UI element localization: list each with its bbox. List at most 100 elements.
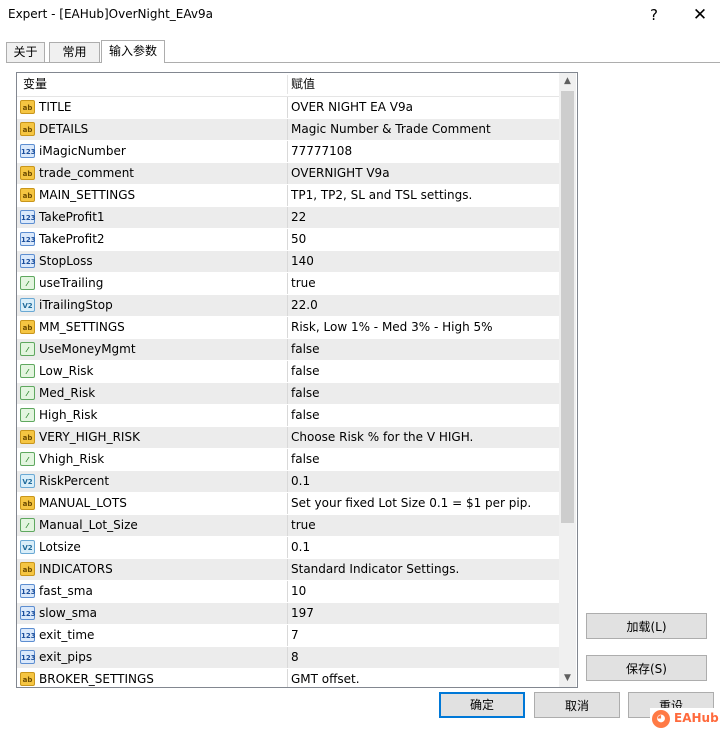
table-row[interactable]: ab MM_SETTINGS Risk, Low 1% - Med 3% - Hig…	[17, 317, 559, 339]
value-cell[interactable]: GMT offset.	[291, 669, 360, 687]
value-cell[interactable]: false	[291, 449, 320, 470]
help-button[interactable]: ?	[643, 4, 665, 26]
vertical-scrollbar[interactable]: ▲ ▼	[559, 73, 576, 687]
value-cell[interactable]: Choose Risk % for the V HIGH.	[291, 427, 473, 448]
variable-name: MAIN_SETTINGS	[39, 188, 136, 202]
table-row[interactable]: ⁄ UseMoneyMgmt false	[17, 339, 559, 361]
table-row[interactable]: 123 TakeProfit2 50	[17, 229, 559, 251]
variable-name: VERY_HIGH_RISK	[39, 430, 140, 444]
value-cell[interactable]: 140	[291, 251, 314, 272]
table-row[interactable]: 123 fast_sma 10	[17, 581, 559, 603]
variable-name: iMagicNumber	[39, 144, 126, 158]
tab-common[interactable]: 常用	[49, 42, 100, 62]
variable-name: High_Risk	[39, 408, 98, 422]
column-header-value[interactable]: 赋值	[291, 73, 315, 96]
variable-name: Vhigh_Risk	[39, 452, 105, 466]
value-cell[interactable]: 22.0	[291, 295, 318, 316]
cancel-button[interactable]: 取消	[534, 692, 620, 718]
variable-name: slow_sma	[39, 606, 98, 620]
value-cell[interactable]: TP1, TP2, SL and TSL settings.	[291, 185, 472, 206]
table-row[interactable]: ⁄ useTrailing true	[17, 273, 559, 295]
table-row[interactable]: ab BROKER_SETTINGS GMT offset.	[17, 669, 559, 687]
table-row[interactable]: ab DETAILS Magic Number & Trade Comment	[17, 119, 559, 141]
value-cell[interactable]: 0.1	[291, 537, 310, 558]
value-cell[interactable]: OVERNIGHT V9a	[291, 163, 390, 184]
variable-name: DETAILS	[39, 122, 89, 136]
watermark: ◕ EAHub	[650, 708, 722, 730]
table-row[interactable]: ab TITLE OVER NIGHT EA V9a	[17, 97, 559, 119]
table-row[interactable]: 123 iMagicNumber 77777108	[17, 141, 559, 163]
table-row[interactable]: 123 exit_time 7	[17, 625, 559, 647]
variable-name: INDICATORS	[39, 562, 113, 576]
table-row[interactable]: ⁄ High_Risk false	[17, 405, 559, 427]
value-cell[interactable]: 50	[291, 229, 306, 250]
value-cell[interactable]: false	[291, 339, 320, 360]
variable-name: TakeProfit1	[39, 210, 105, 224]
value-cell[interactable]: Standard Indicator Settings.	[291, 559, 459, 580]
scroll-down-arrow-icon[interactable]: ▼	[559, 670, 576, 687]
save-button[interactable]: 保存(S)	[586, 655, 707, 681]
variable-cell: ⁄ UseMoneyMgmt	[17, 339, 288, 360]
table-row[interactable]: ab INDICATORS Standard Indicator Settings.	[17, 559, 559, 581]
variable-cell: V2 Lotsize	[17, 537, 288, 558]
variable-name: trade_comment	[39, 166, 135, 180]
value-cell[interactable]: false	[291, 383, 320, 404]
variable-cell: ⁄ Vhigh_Risk	[17, 449, 288, 470]
column-header-variable[interactable]: 变量	[23, 73, 47, 96]
value-cell[interactable]: Magic Number & Trade Comment	[291, 119, 491, 140]
ok-button[interactable]: 确定	[439, 692, 525, 718]
table-row[interactable]: 123 slow_sma 197	[17, 603, 559, 625]
value-cell[interactable]: 10	[291, 581, 306, 602]
tab-about[interactable]: 关于	[6, 42, 45, 62]
string-type-icon: ab	[20, 122, 35, 136]
table-row[interactable]: V2 RiskPercent 0.1	[17, 471, 559, 493]
value-cell[interactable]: 8	[291, 647, 299, 668]
value-cell[interactable]: 197	[291, 603, 314, 624]
table-row[interactable]: ab VERY_HIGH_RISK Choose Risk % for the V …	[17, 427, 559, 449]
table-row[interactable]: ⁄ Manual_Lot_Size true	[17, 515, 559, 537]
variable-cell: V2 RiskPercent	[17, 471, 288, 492]
value-cell[interactable]: true	[291, 273, 316, 294]
table-row[interactable]: V2 iTrailingStop 22.0	[17, 295, 559, 317]
integer-type-icon: 123	[20, 606, 36, 620]
double-type-icon: V2	[20, 298, 35, 312]
load-button[interactable]: 加载(L)	[586, 613, 707, 639]
variable-name: Low_Risk	[39, 364, 94, 378]
table-row[interactable]: ⁄ Vhigh_Risk false	[17, 449, 559, 471]
boolean-type-icon: ⁄	[20, 452, 35, 466]
value-cell[interactable]: false	[291, 361, 320, 382]
variable-name: BROKER_SETTINGS	[39, 672, 154, 686]
integer-type-icon: 123	[20, 144, 36, 158]
table-row[interactable]: V2 Lotsize 0.1	[17, 537, 559, 559]
variable-cell: 123 exit_pips	[17, 647, 288, 668]
string-type-icon: ab	[20, 188, 35, 202]
close-button[interactable]: ✕	[689, 4, 711, 26]
value-cell[interactable]: false	[291, 405, 320, 426]
scroll-up-arrow-icon[interactable]: ▲	[559, 73, 576, 90]
value-cell[interactable]: 7	[291, 625, 299, 646]
value-cell[interactable]: 0.1	[291, 471, 310, 492]
variable-name: MANUAL_LOTS	[39, 496, 127, 510]
table-row[interactable]: ab trade_comment OVERNIGHT V9a	[17, 163, 559, 185]
value-cell[interactable]: OVER NIGHT EA V9a	[291, 97, 413, 118]
value-cell[interactable]: Set your fixed Lot Size 0.1 = $1 per pip…	[291, 493, 531, 514]
value-cell[interactable]: 22	[291, 207, 306, 228]
value-cell[interactable]: Risk, Low 1% - Med 3% - High 5%	[291, 317, 493, 338]
table-row[interactable]: 123 TakeProfit1 22	[17, 207, 559, 229]
variable-name: UseMoneyMgmt	[39, 342, 136, 356]
variable-cell: ⁄ Med_Risk	[17, 383, 288, 404]
string-type-icon: ab	[20, 496, 35, 510]
table-row[interactable]: 123 exit_pips 8	[17, 647, 559, 669]
table-row[interactable]: ⁄ Low_Risk false	[17, 361, 559, 383]
table-row[interactable]: ab MAIN_SETTINGS TP1, TP2, SL and TSL sett…	[17, 185, 559, 207]
string-type-icon: ab	[20, 320, 35, 334]
table-row[interactable]: 123 StopLoss 140	[17, 251, 559, 273]
value-cell[interactable]: 77777108	[291, 141, 352, 162]
value-cell[interactable]: true	[291, 515, 316, 536]
table-row[interactable]: ab MANUAL_LOTS Set your fixed Lot Size 0.1…	[17, 493, 559, 515]
integer-type-icon: 123	[20, 584, 36, 598]
string-type-icon: ab	[20, 562, 35, 576]
table-row[interactable]: ⁄ Med_Risk false	[17, 383, 559, 405]
scroll-thumb[interactable]	[561, 91, 574, 523]
tab-inputs[interactable]: 输入参数	[101, 40, 165, 63]
